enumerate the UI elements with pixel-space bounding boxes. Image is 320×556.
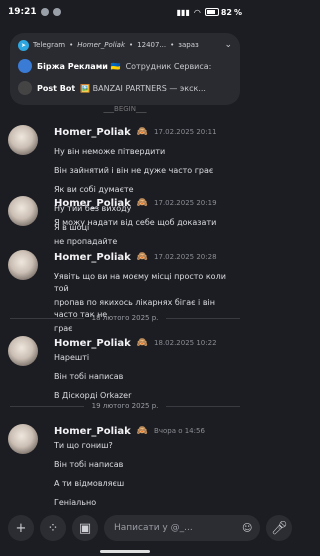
battery-level: 82 [220,7,232,17]
home-gesture-handle[interactable] [100,550,150,553]
message-input[interactable] [112,522,236,534]
notification-item[interactable]: Біржа Реклами 🇺🇦 Сотрудник Сервиса: [18,59,232,73]
notification-sender: Post Bot [37,83,76,93]
message-line[interactable]: А ти відмовляєш [54,478,240,490]
gift-icon: ▣ [78,520,92,536]
author-name[interactable]: Homer_Poliak [54,198,131,209]
begin-banner: ___BEGIN___ [103,105,147,113]
author-name[interactable]: Homer_Poliak [54,338,131,349]
message-timestamp: 17.02.2025 20:28 [154,253,217,261]
message-line[interactable]: Він зайнятий і він не дуже часто грає [54,165,240,177]
wifi-icon: ◠ [193,7,201,17]
battery-indicator: 82% [204,7,242,17]
notification-sender: Біржа Реклами 🇺🇦 [37,61,121,71]
app-notification-icon [40,8,49,16]
author-name[interactable]: Homer_Poliak [54,252,131,263]
notification-account: Homer_Poliak [77,41,126,49]
notification-time: зараз [178,41,199,49]
message-line[interactable]: Нарешті [54,352,240,364]
message-timestamp: 17.02.2025 20:19 [154,199,217,207]
notification-text: 🖼️ BANZAI PARTNERS — экск... [80,83,206,93]
notification-app-name: Telegram [33,41,66,49]
clock: 19:21 [8,7,37,17]
notification-id: 12407... [137,41,167,49]
plus-button[interactable]: + [8,515,34,541]
message-line[interactable]: не пропадайте [54,236,240,248]
author-emoji: 🙈 [136,426,149,436]
date-label: 19 лютого 2025 р. [91,402,159,410]
expand-icon[interactable]: ⌄ [224,40,232,50]
message-input-wrapper[interactable]: ☺ [104,515,261,541]
message-line[interactable]: Я можу надати від себе щоб доказати [54,217,240,229]
mic-button[interactable]: 🎤︎ [266,515,293,541]
telegram-icon: ➤ [18,39,29,51]
message-line[interactable]: Як ви собі думаєте [54,184,240,196]
date-separator: 19 лютого 2025 р. [0,400,250,412]
author-emoji: 🙈 [136,252,149,262]
message-composer: + ⁘ ▣ ☺ 🎤︎ [0,512,293,544]
message-timestamp: Вчора о 14:56 [154,427,205,435]
author-name[interactable]: Homer_Poliak [54,426,131,437]
date-separator: 18 лютого 2025 р. [0,312,250,324]
author-emoji: 🙈 [136,127,149,137]
message-line[interactable]: Уявіть що ви на моєму місці просто коли … [54,271,240,295]
apps-button[interactable]: ⁘ [40,515,66,541]
message-line[interactable]: Він тобі написав [54,459,240,471]
notification-text: Сотрудник Сервиса: [125,61,212,71]
message-line[interactable]: Геніально [54,497,240,509]
telegram-notification[interactable]: ➤ Telegram • Homer_Poliak • 12407... • з… [10,33,240,105]
author-emoji: 🙈 [136,338,149,348]
message-line[interactable]: грає [54,323,240,335]
sender-avatar [18,81,32,95]
message-group: Homer_Poliak 🙈 17.02.2025 20:19 Я можу н… [0,196,250,248]
message-line[interactable]: Ну він неможе пітвердити [54,146,240,158]
mic-icon: 🎤︎ [271,520,288,536]
message-group: Homer_Poliak 🙈 18.02.2025 10:22 Нарешті … [0,336,250,402]
smile-icon[interactable]: ☺ [242,523,252,534]
app-notification-icon [52,8,61,16]
plus-icon: + [15,520,27,536]
message-line[interactable]: Ти що гониш? [54,440,240,452]
message-group: Homer_Poliak 🙈 Вчора о 14:56 Ти що гониш… [0,424,250,509]
author-emoji: 🙈 [136,198,149,208]
battery-icon [204,8,219,16]
status-bar: 19:21 ▮▮▮ ◠ 82% [0,0,250,24]
date-label: 18 лютого 2025 р. [91,314,159,322]
gift-button[interactable]: ▣ [72,515,98,541]
author-name[interactable]: Homer_Poliak [54,127,131,138]
apps-icon: ⁘ [47,520,59,536]
signal-icon: ▮▮▮ [176,7,190,17]
message-timestamp: 17.02.2025 20:11 [154,128,217,136]
message-timestamp: 18.02.2025 10:22 [154,339,217,347]
sender-avatar [18,59,32,73]
system-nav-bar [0,548,250,556]
message-line[interactable]: Він тобі написав [54,371,240,383]
notification-item[interactable]: Post Bot 🖼️ BANZAI PARTNERS — экск... [18,81,232,95]
